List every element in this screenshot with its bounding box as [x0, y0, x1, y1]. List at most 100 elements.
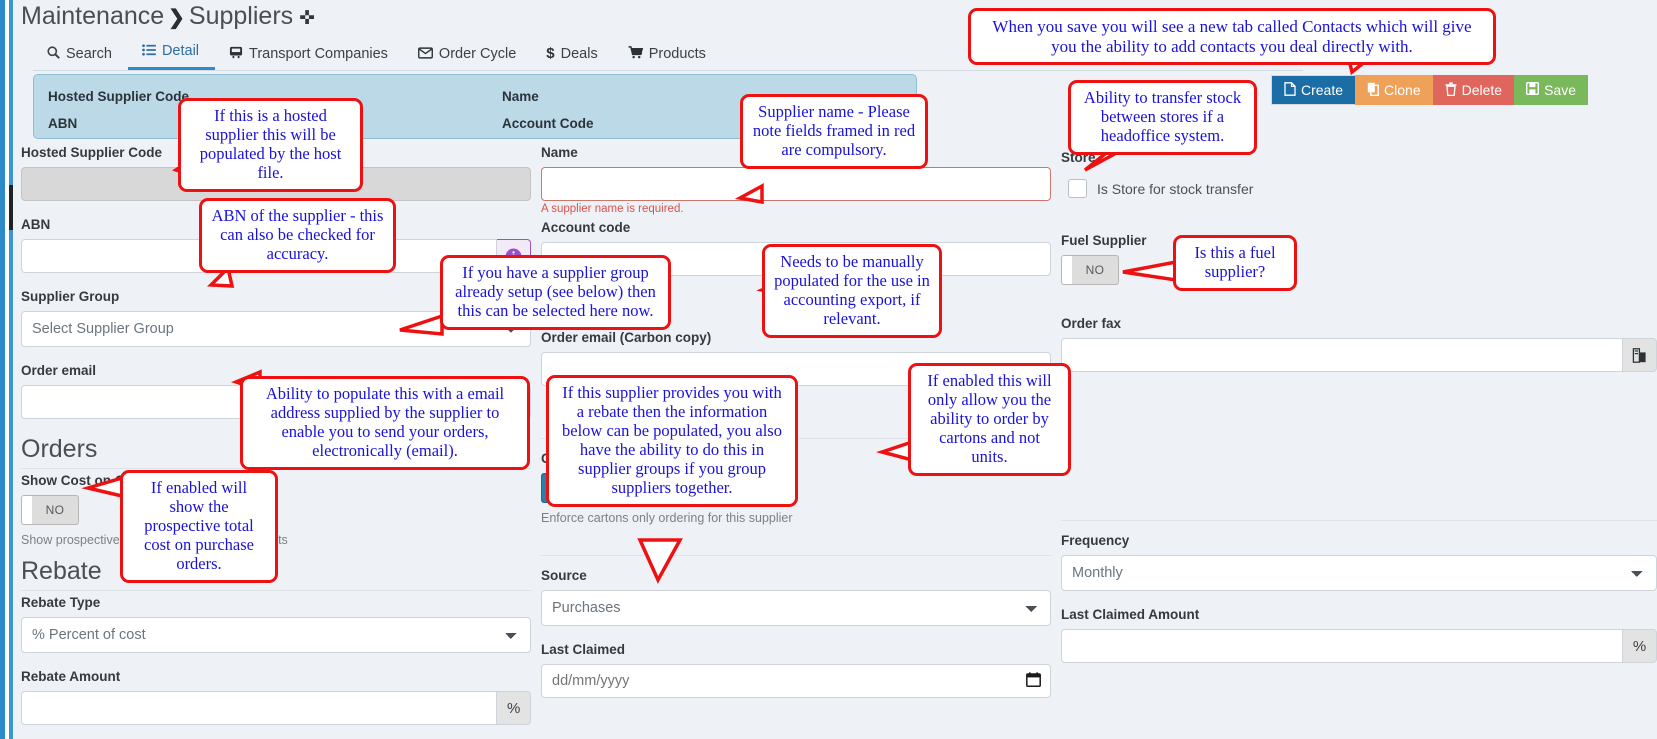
callout-cartons-only: If enabled this will only allow you the …	[908, 363, 1071, 476]
middle-divider-2	[541, 555, 1051, 556]
tab-transport-companies[interactable]: Transport Companies	[215, 40, 404, 70]
tab-products-label: Products	[648, 46, 706, 62]
rebate-type-select[interactable]: % Percent of cost	[21, 617, 531, 653]
fuel-supplier-label: Fuel Supplier	[1061, 233, 1147, 248]
name-error-message: A supplier name is required.	[541, 203, 684, 215]
fuel-supplier-toggle[interactable]: NO	[1061, 255, 1119, 285]
tab-order-cycle[interactable]: Order Cycle	[404, 40, 532, 70]
percent-addon: %	[497, 691, 531, 725]
file-icon	[1284, 81, 1296, 99]
tab-order-cycle-label: Order Cycle	[438, 46, 517, 62]
source-label: Source	[541, 568, 587, 583]
callout-hosted-supplier: If this is a hosted supplier this will b…	[178, 98, 363, 192]
callout-abn: ABN of the supplier - this can also be c…	[199, 198, 396, 273]
clone-button[interactable]: Clone	[1355, 75, 1433, 105]
cartons-only-hint: Enforce cartons only ordering for this s…	[541, 511, 793, 525]
tab-detail-label: Detail	[161, 43, 200, 59]
field-rebate-amount: Rebate Amount %	[21, 669, 531, 725]
summary-account-code-label: Account Code	[502, 116, 594, 131]
field-last-claimed: Last Claimed	[541, 642, 1051, 698]
tab-search-label: Search	[66, 46, 112, 62]
callout-contacts-tab: When you save you will see a new tab cal…	[968, 8, 1496, 66]
tab-detail[interactable]: Detail	[127, 37, 216, 70]
field-rebate-type: Rebate Type % Percent of cost	[21, 595, 531, 653]
frequency-select[interactable]: Monthly	[1061, 555, 1657, 591]
rebate-amount-input[interactable]	[21, 691, 498, 725]
callout-show-cost: If enabled will show the prospective tot…	[120, 470, 278, 583]
field-source: Source Purchases	[541, 568, 1051, 626]
rebate-amount-label: Rebate Amount	[21, 669, 121, 684]
last-claimed-input[interactable]	[541, 664, 1051, 698]
right-spacer-1	[1061, 198, 1657, 233]
order-fax-label: Order fax	[1061, 316, 1122, 331]
create-button[interactable]: Create	[1271, 75, 1356, 105]
show-cost-toggle-label: NO	[45, 503, 65, 517]
cart-icon	[628, 46, 643, 62]
save-button[interactable]: Save	[1514, 75, 1589, 105]
account-code-label: Account code	[541, 220, 631, 235]
search-icon	[47, 46, 60, 62]
store-checkbox[interactable]	[1068, 179, 1087, 198]
create-button-label: Create	[1301, 82, 1344, 98]
last-claimed-wrapper	[541, 664, 1051, 698]
callout-supplier-name: Supplier name - Please note fields frame…	[740, 94, 928, 169]
store-checkbox-label: Is Store for stock transfer	[1097, 180, 1254, 197]
callout-account-code: Needs to be manually populated for the u…	[762, 244, 942, 338]
callout-order-email: Ability to populate this with a email ad…	[240, 376, 530, 470]
clone-button-label: Clone	[1384, 82, 1421, 98]
field-frequency: Frequency Monthly	[1061, 533, 1657, 591]
truck-icon	[229, 46, 243, 62]
percent-addon-2: %	[1623, 629, 1657, 663]
order-fax-input-group	[1061, 338, 1657, 372]
rebate-amount-input-group: %	[21, 691, 531, 725]
save-button-label: Save	[1544, 82, 1577, 98]
last-claimed-label: Last Claimed	[541, 642, 626, 657]
field-order-fax: Order fax	[1061, 316, 1657, 372]
envelope-icon	[417, 46, 433, 62]
dollar-icon: $	[546, 45, 555, 62]
callout-supplier-group: If you have a supplier group already set…	[440, 255, 671, 330]
breadcrumb-separator-icon: ❯	[168, 7, 185, 29]
floppy-icon	[1526, 81, 1540, 98]
right-divider	[1061, 520, 1657, 521]
summary-name-label: Name	[502, 89, 539, 104]
supplier-detail-page: Maintenance ❯ Suppliers ✜ Search Detail T	[0, 0, 1657, 739]
last-claimed-amount-label: Last Claimed Amount	[1061, 607, 1200, 622]
last-claimed-amount-input[interactable]	[1061, 629, 1624, 663]
summary-hosted-supplier-code-label: Hosted Supplier Code	[48, 89, 190, 104]
delete-button[interactable]: Delete	[1432, 75, 1515, 105]
callout-stock-transfer: Ability to transfer stock between stores…	[1068, 80, 1257, 155]
source-select[interactable]: Purchases	[541, 590, 1051, 626]
trash-icon	[1445, 81, 1457, 99]
pin-icon[interactable]: ✜	[299, 8, 315, 29]
show-cost-toggle[interactable]: NO	[21, 495, 79, 525]
form-column-right: Store Is Store for stock transfer Fuel S…	[1061, 145, 1657, 663]
list-icon	[142, 43, 156, 59]
frequency-label: Frequency	[1061, 533, 1130, 548]
calendar-icon[interactable]	[1026, 672, 1041, 691]
breadcrumb-root[interactable]: Maintenance	[21, 2, 164, 30]
tab-products[interactable]: Products	[614, 40, 722, 70]
rebate-type-label: Rebate Type	[21, 595, 101, 610]
callout-fuel-supplier: Is this a fuel supplier?	[1173, 235, 1297, 291]
page-title: Suppliers	[188, 2, 294, 30]
right-spacer-2	[1061, 285, 1657, 316]
tab-transport-companies-label: Transport Companies	[249, 46, 388, 62]
action-toolbar: Create Clone Delete Save	[1271, 75, 1589, 105]
fax-icon[interactable]	[1623, 338, 1657, 372]
show-cost-toggle-knob	[22, 496, 32, 524]
breadcrumb: Maintenance ❯ Suppliers ✜	[21, 2, 315, 31]
tab-deals[interactable]: $ Deals	[532, 39, 613, 70]
order-fax-input[interactable]	[1061, 338, 1624, 372]
name-input[interactable]	[541, 167, 1051, 201]
delete-button-label: Delete	[1461, 82, 1503, 98]
fuel-supplier-toggle-label: NO	[1085, 263, 1105, 277]
copy-icon	[1367, 82, 1379, 99]
callout-rebate-info: If this supplier provides you with a reb…	[546, 375, 798, 507]
summary-abn-label: ABN	[48, 116, 78, 131]
fuel-supplier-toggle-knob	[1062, 256, 1072, 284]
tab-search[interactable]: Search	[33, 40, 128, 70]
last-claimed-amount-input-group: %	[1061, 629, 1657, 663]
field-last-claimed-amount: Last Claimed Amount %	[1061, 607, 1657, 663]
store-checkbox-row[interactable]: Is Store for stock transfer	[1068, 179, 1657, 198]
